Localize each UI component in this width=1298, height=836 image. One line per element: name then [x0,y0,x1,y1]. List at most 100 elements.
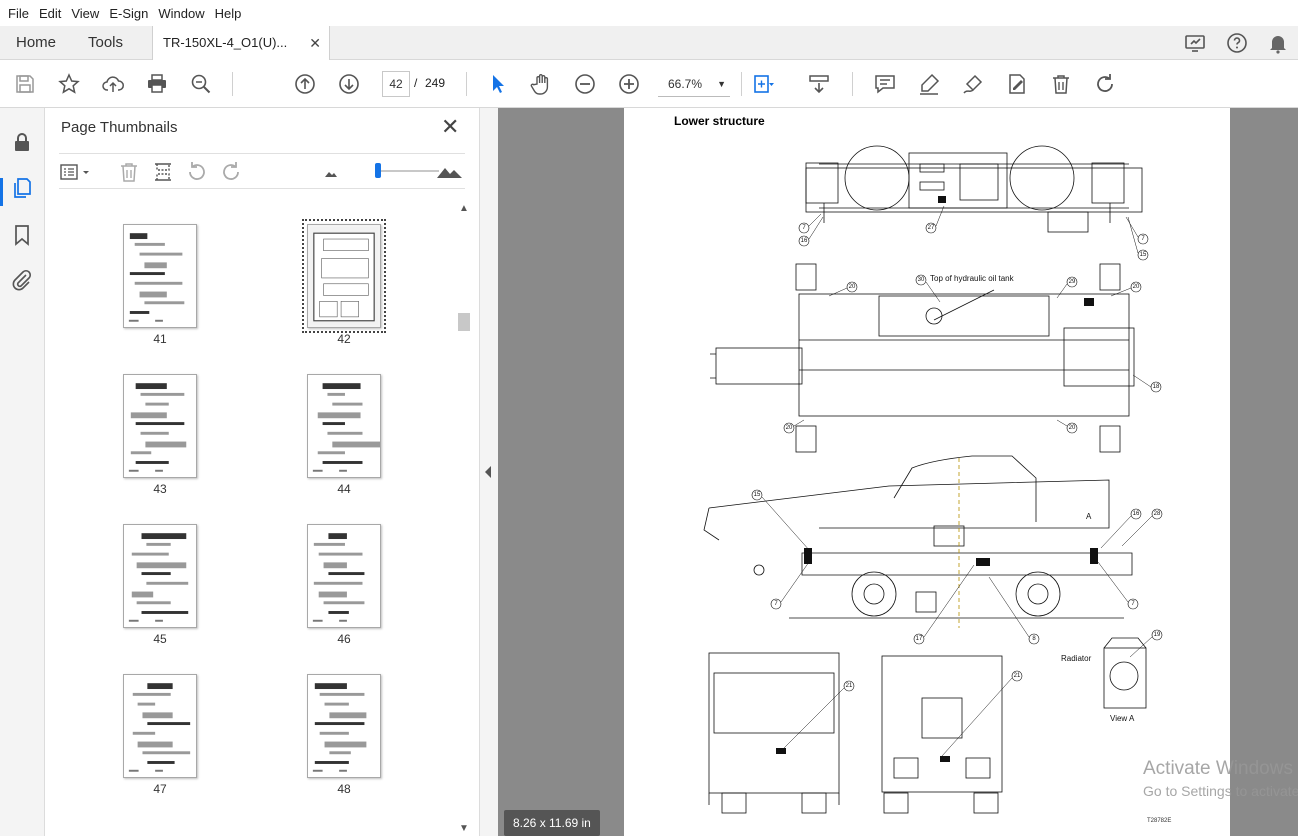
watermark-line2: Go to Settings to activate Windows. [1143,783,1298,799]
callout-number: 7 [802,225,806,231]
large-thumbnail-icon[interactable] [435,160,465,184]
notification-bell-icon[interactable] [1266,31,1290,55]
toolbar-separator [741,72,742,96]
thumbnail-page-label: 43 [153,482,167,496]
document-tab-title: TR-150XL-4_O1(U)... [163,35,288,50]
page-thumbnail[interactable] [123,524,197,628]
print-icon[interactable] [145,72,169,96]
collapse-panel-icon[interactable] [485,466,491,478]
insert-page-icon[interactable] [151,160,175,184]
zoom-in-icon[interactable] [617,72,641,96]
thumbnail-page-label: 41 [153,332,167,346]
upload-cloud-icon[interactable] [101,72,125,96]
highlight-pen-icon[interactable] [917,72,941,96]
callout-number: 7 [1141,236,1145,242]
rotate-clockwise-icon[interactable] [219,160,243,184]
tab-bar: Home Tools TR-150XL-4_O1(U)... ✕ [0,26,1298,61]
save-icon[interactable] [13,72,37,96]
page-thumbnail[interactable] [123,374,197,478]
chevron-down-icon: ▼ [717,79,726,89]
fit-page-icon[interactable] [752,72,776,96]
bookmark-icon[interactable] [10,223,34,247]
close-tab-icon[interactable]: ✕ [309,26,321,60]
page-number-input[interactable]: 42 [382,71,410,97]
zoom-level-dropdown[interactable]: 66.7% ▼ [658,71,730,97]
thumbnail-scrollbar[interactable]: ▲ ▼ [457,203,471,836]
figure-code: T28782E [1147,818,1172,824]
scrollbar-thumb[interactable] [458,313,470,331]
rotate-clockwise-icon[interactable] [1093,72,1117,96]
share-screen-icon[interactable] [1183,31,1207,55]
page-thumbnail[interactable] [123,224,197,328]
page-thumbnail[interactable] [123,674,197,778]
small-thumbnail-icon[interactable] [319,160,343,184]
help-icon[interactable] [1225,31,1249,55]
callout-number: 20 [1132,284,1140,290]
menu-edit[interactable]: Edit [35,6,65,21]
select-cursor-icon[interactable] [486,72,510,96]
scroll-down-icon[interactable]: ▼ [458,823,470,834]
callout-number: 16 [800,238,808,244]
lock-icon[interactable] [10,130,34,154]
navigation-rail [0,108,45,836]
zoom-search-icon[interactable] [189,72,213,96]
panel-title: Page Thumbnails [61,119,178,136]
zoom-level-value: 66.7% [668,77,703,91]
thumbnail-options-icon[interactable] [59,160,93,184]
menu-view[interactable]: View [67,6,103,21]
callout-number: 17 [915,636,923,642]
draw-freeform-icon[interactable] [961,72,985,96]
menu-bar: File Edit View E-Sign Window Help [0,0,1298,26]
callout-number: 15 [753,492,761,498]
page-thumbnail[interactable] [302,219,386,333]
previous-page-icon[interactable] [293,72,317,96]
thumbnail-page-label: 42 [337,332,351,346]
page-thumbnails-panel: Page Thumbnails ✕ 41 42 43 44 45 46 47 48 ▲ ▼ [45,108,479,836]
panel-splitter[interactable] [479,108,498,836]
thumbnail-toolbar [59,153,465,189]
hand-pan-icon[interactable] [529,72,553,96]
page-thumbnails-icon[interactable] [10,176,34,200]
callout-number: 27 [927,225,935,231]
comment-icon[interactable] [873,72,897,96]
document-viewer[interactable]: Lower structure Top of hydraulic oil tan… [498,108,1298,836]
menu-help[interactable]: Help [211,6,246,21]
main-toolbar: 42 / 249 66.7% ▼ [0,60,1298,108]
callout-number: 7 [774,601,778,607]
close-panel-icon[interactable]: ✕ [441,116,459,138]
toolbar-separator [232,72,233,96]
menu-file[interactable]: File [4,6,33,21]
delete-page-icon[interactable] [117,160,141,184]
edit-document-icon[interactable] [1005,72,1029,96]
attachment-paperclip-icon[interactable] [10,268,34,292]
windows-activation-watermark: Activate Windows Go to Settings to activ… [1143,758,1298,799]
zoom-out-icon[interactable] [573,72,597,96]
delete-trash-icon[interactable] [1049,72,1073,96]
toolbar-separator [466,72,467,96]
page-thumbnail[interactable] [307,374,381,478]
page-total: 249 [425,76,446,90]
thumbnail-page-label: 44 [337,482,351,496]
scroll-up-icon[interactable]: ▲ [458,203,470,214]
callout-number: 8 [1032,636,1036,642]
thumbnail-size-slider-handle[interactable] [375,163,381,178]
callout-number: 20 [848,284,856,290]
bookmark-star-icon[interactable] [57,72,81,96]
thumbnail-size-slider-track[interactable] [375,170,439,172]
next-page-icon[interactable] [337,72,361,96]
tab-tools[interactable]: Tools [88,26,123,60]
tab-document[interactable]: TR-150XL-4_O1(U)... ✕ [152,26,330,61]
scroll-mode-icon[interactable] [807,72,831,96]
menu-window[interactable]: Window [154,6,208,21]
callout-number: 15 [1139,252,1147,258]
rotate-counterclockwise-icon[interactable] [185,160,209,184]
callout-number: 20 [785,425,793,431]
crane-technical-drawing [703,145,1163,814]
page-thumbnail[interactable] [307,674,381,778]
pdf-page: Lower structure Top of hydraulic oil tan… [624,108,1230,836]
tab-home[interactable]: Home [16,26,56,60]
thumbnail-page-label: 45 [153,632,167,646]
page-thumbnail[interactable] [307,524,381,628]
callout-number: 29 [1068,279,1076,285]
menu-esign[interactable]: E-Sign [105,6,152,21]
